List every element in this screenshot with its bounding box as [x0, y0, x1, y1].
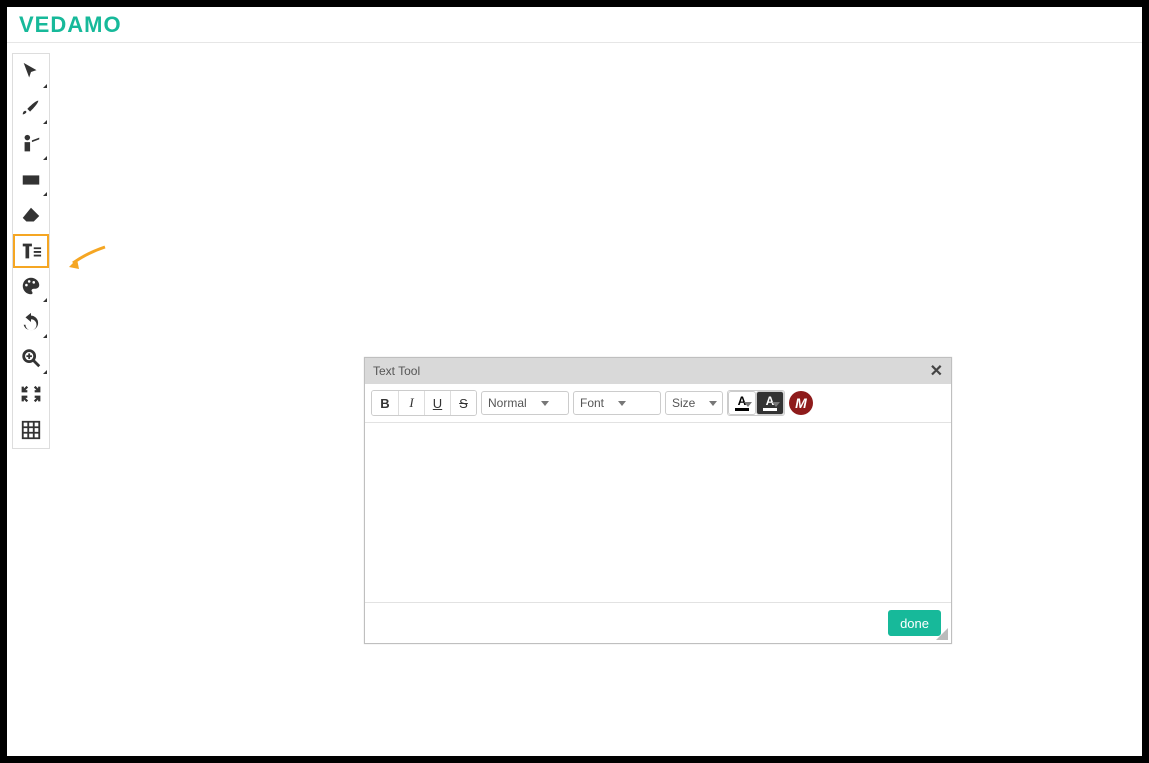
grid-tool[interactable] [13, 412, 49, 448]
brush-tool[interactable] [13, 90, 49, 126]
text-editor-area[interactable] [365, 423, 951, 603]
fit-screen-tool[interactable] [13, 376, 49, 412]
dialog-footer: done [365, 603, 951, 643]
zoom-icon [20, 347, 42, 369]
tool-palette [12, 53, 50, 449]
eraser-icon [20, 205, 42, 227]
submenu-indicator-icon [43, 370, 47, 374]
eraser-tool[interactable] [13, 198, 49, 234]
size-select-label: Size [672, 396, 695, 410]
collapse-icon [20, 383, 42, 405]
font-select-label: Font [580, 396, 604, 410]
close-icon[interactable]: ✕ [930, 361, 943, 381]
submenu-indicator-icon [43, 334, 47, 338]
chevron-down-icon [709, 401, 717, 406]
text-tool[interactable] [13, 234, 49, 268]
submenu-indicator-icon [43, 156, 47, 160]
done-button[interactable]: done [888, 610, 941, 636]
brush-icon [20, 97, 42, 119]
format-select-label: Normal [488, 396, 527, 410]
presenter-tool[interactable] [13, 126, 49, 162]
font-select[interactable]: Font [573, 391, 661, 415]
undo-tool[interactable] [13, 304, 49, 340]
shape-tool[interactable] [13, 162, 49, 198]
bg-color-swatch [763, 408, 777, 411]
bold-button[interactable]: B [372, 391, 398, 415]
top-bar: VEDAMO [7, 7, 1142, 43]
submenu-indicator-icon [43, 192, 47, 196]
size-select[interactable]: Size [665, 391, 723, 415]
text-color-swatch [735, 408, 749, 411]
annotation-arrow-icon [67, 245, 107, 275]
dialog-title-label: Text Tool [373, 364, 420, 378]
underline-button[interactable]: U [424, 391, 450, 415]
dialog-titlebar[interactable]: Text Tool ✕ [365, 358, 951, 384]
brand-logo: VEDAMO [19, 12, 122, 38]
pointer-tool[interactable] [13, 54, 49, 90]
chevron-down-icon [618, 401, 626, 406]
math-button[interactable]: M [789, 391, 813, 415]
bg-color-button[interactable]: A [756, 391, 784, 415]
text-icon [20, 240, 42, 262]
pointer-icon [20, 61, 42, 83]
submenu-indicator-icon [43, 84, 47, 88]
app-window: VEDAMO [7, 7, 1142, 756]
format-select[interactable]: Normal [481, 391, 569, 415]
color-group: A A [727, 390, 785, 416]
text-style-group: B I U S [371, 390, 477, 416]
resize-handle-icon[interactable] [936, 628, 948, 640]
undo-icon [20, 311, 42, 333]
presenter-icon [20, 133, 42, 155]
submenu-indicator-icon [43, 120, 47, 124]
grid-icon [20, 419, 42, 441]
text-color-button[interactable]: A [728, 391, 756, 415]
text-tool-dialog: Text Tool ✕ B I U S Normal Font [364, 357, 952, 644]
submenu-indicator-icon [43, 298, 47, 302]
rectangle-icon [20, 169, 42, 191]
chevron-down-icon [772, 402, 780, 407]
chevron-down-icon [744, 402, 752, 407]
strike-button[interactable]: S [450, 391, 476, 415]
chevron-down-icon [541, 401, 549, 406]
color-tool[interactable] [13, 268, 49, 304]
italic-button[interactable]: I [398, 391, 424, 415]
palette-icon [20, 275, 42, 297]
zoom-tool[interactable] [13, 340, 49, 376]
rte-toolbar: B I U S Normal Font Size [365, 384, 951, 423]
